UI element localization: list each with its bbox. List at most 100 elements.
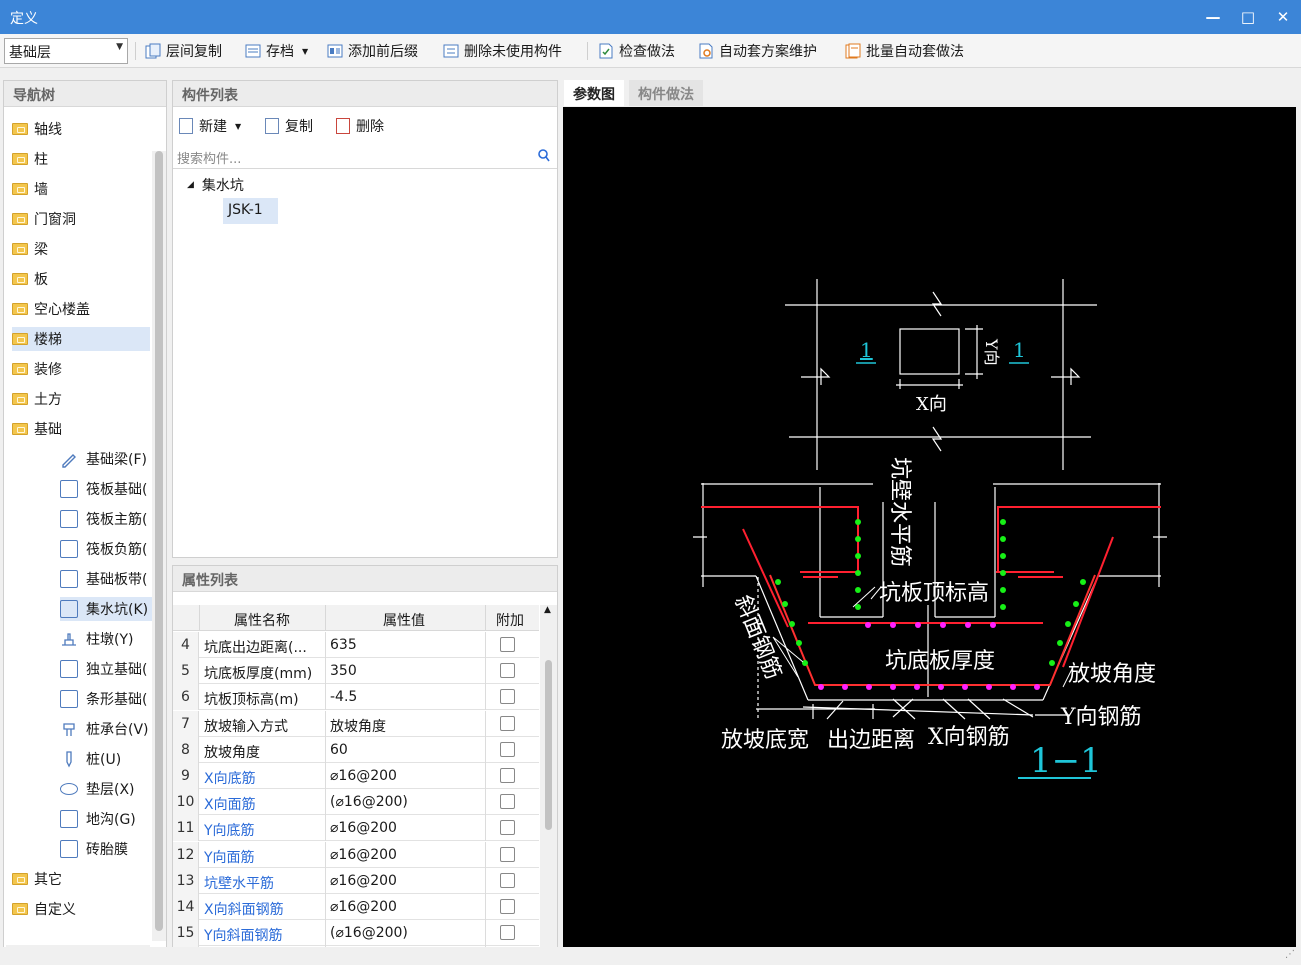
maximize-button[interactable]: □ — [1235, 4, 1261, 30]
property-row[interactable]: 10 X向面筋 (⌀16@200) — [173, 789, 539, 816]
tab-params-diagram[interactable]: 参数图 — [564, 80, 624, 106]
resize-grip-icon[interactable]: ⋰ — [1285, 949, 1295, 960]
component-search[interactable]: 搜索构件... — [173, 145, 557, 169]
nav-sub-trench[interactable]: 地沟(G) — [60, 808, 156, 830]
property-value[interactable]: 635 — [330, 637, 486, 653]
property-scrollbar-thumb[interactable] — [545, 660, 552, 830]
extra-checkbox[interactable] — [500, 689, 515, 705]
nav-sub-strip-foundation[interactable]: 条形基础( — [60, 688, 156, 710]
property-value[interactable]: 350 — [330, 663, 486, 679]
property-value[interactable]: ⌀16@200 — [330, 873, 486, 889]
nav-item-column[interactable]: 柱 — [12, 148, 48, 170]
nav-item-slab[interactable]: 板 — [12, 268, 48, 290]
tree-group-sump[interactable]: ◢ 集水坑 — [187, 175, 244, 195]
extra-checkbox[interactable] — [500, 899, 515, 914]
nav-scrollbar[interactable] — [152, 151, 166, 941]
property-name: 坑底出边距离(... — [204, 640, 307, 656]
nav-item-other[interactable]: 其它 — [12, 868, 62, 890]
check-method-button[interactable]: 检查做法 — [598, 40, 675, 62]
property-value[interactable]: (⌀16@200) — [330, 794, 486, 810]
nav-item-axis[interactable]: 轴线 — [12, 118, 62, 140]
property-row[interactable]: 15 Y向斜面钢筋 (⌀16@200) — [173, 920, 539, 947]
archive-icon — [245, 43, 261, 59]
nav-sub-pile-cap[interactable]: 桩承台(V) — [60, 718, 156, 740]
nav-scrollbar-thumb[interactable] — [155, 151, 163, 931]
col-name-header: 属性名称 — [234, 613, 290, 629]
extra-checkbox[interactable] — [500, 846, 515, 862]
auto-scheme-maintenance-button[interactable]: 自动套方案维护 — [698, 40, 817, 62]
close-button[interactable]: ✕ — [1270, 4, 1296, 30]
property-value[interactable]: 放坡角度 — [330, 716, 486, 736]
property-value[interactable]: (⌀16@200) — [330, 925, 486, 941]
property-row[interactable]: 7 放坡输入方式 放坡角度 — [173, 710, 539, 737]
search-icon[interactable] — [537, 147, 551, 167]
tree-item-jsk1[interactable]: JSK-1 — [223, 198, 278, 224]
nav-item-foundation[interactable]: 基础 — [12, 418, 62, 440]
batch-auto-method-button[interactable]: 批量自动套做法 — [845, 40, 964, 62]
add-prefix-suffix-button[interactable]: 添加前后缀 — [327, 40, 418, 62]
property-row[interactable]: 9 X向底筋 ⌀16@200 — [173, 763, 539, 789]
nav-sub-pile[interactable]: 桩(U) — [60, 748, 156, 770]
nav-item-beam[interactable]: 梁 — [12, 238, 48, 260]
nav-sub-isolated-foundation[interactable]: 独立基础( — [60, 658, 156, 680]
property-list-header: 属性列表 — [173, 566, 557, 592]
nav-item-wall[interactable]: 墙 — [12, 178, 48, 200]
nav-sub-foundation-beam[interactable]: 基础梁(F) — [60, 448, 156, 470]
extra-checkbox[interactable] — [500, 820, 515, 836]
row-number: 5 — [173, 658, 199, 685]
nav-sub-cushion[interactable]: 垫层(X) — [60, 778, 156, 800]
extra-checkbox[interactable] — [500, 872, 515, 888]
nav-item-earthwork[interactable]: 土方 — [12, 388, 62, 410]
copy-between-floors-button[interactable]: 层间复制 — [145, 40, 222, 62]
property-value[interactable]: 60 — [330, 742, 486, 758]
nav-sub-raft-foundation[interactable]: 筏板基础( — [60, 478, 156, 500]
property-value[interactable]: ⌀16@200 — [330, 820, 486, 836]
property-value[interactable]: -4.5 — [330, 689, 486, 705]
extra-checkbox[interactable] — [500, 741, 515, 757]
nav-sub-raft-neg-bar[interactable]: 筏板负筋( — [60, 538, 156, 560]
property-row[interactable]: 12 Y向面筋 ⌀16@200 — [173, 841, 539, 868]
nav-sub-column-pier[interactable]: 柱墩(Y) — [60, 628, 156, 650]
nav-item-stairs[interactable]: 楼梯 — [12, 327, 150, 351]
extra-checkbox[interactable] — [500, 663, 515, 679]
nav-sub-brick-mold[interactable]: 砖胎膜 — [60, 838, 156, 860]
extra-checkbox[interactable] — [500, 637, 515, 652]
nav-item-hollow-floor[interactable]: 空心楼盖 — [12, 298, 90, 320]
extra-checkbox[interactable] — [500, 715, 515, 731]
extra-checkbox[interactable] — [500, 794, 515, 810]
extra-checkbox[interactable] — [500, 925, 515, 941]
property-row[interactable]: 8 放坡角度 60 — [173, 736, 539, 763]
col-divider — [325, 605, 326, 631]
minimize-button[interactable]: — — [1200, 4, 1226, 30]
archive-button[interactable]: 存档 ▼ — [245, 40, 308, 62]
property-row[interactable]: 14 X向斜面钢筋 ⌀16@200 — [173, 894, 539, 920]
nav-sub-raft-main-bar[interactable]: 筏板主筋( — [60, 508, 156, 530]
row-number: 10 — [173, 789, 199, 816]
property-row[interactable]: 11 Y向底筋 ⌀16@200 — [173, 815, 539, 842]
floor-select[interactable]: 基础层 ▼ — [4, 38, 128, 64]
tab-component-method[interactable]: 构件做法 — [629, 80, 703, 106]
nav-item-door-window[interactable]: 门窗洞 — [12, 208, 76, 230]
property-row[interactable]: 13 坑壁水平筋 ⌀16@200 — [173, 867, 539, 894]
search-input[interactable]: 搜索构件... — [177, 148, 241, 167]
delete-component-button[interactable]: 删除 — [336, 115, 384, 137]
property-row[interactable]: 5 坑底板厚度(mm) 350 — [173, 658, 539, 685]
raft-icon — [60, 480, 78, 498]
property-scrollbar[interactable]: ▲ ▼ — [540, 605, 557, 963]
row-number: 9 — [173, 763, 199, 789]
new-component-button[interactable]: 新建 ▼ — [179, 115, 241, 137]
collapse-triangle-icon[interactable]: ◢ — [187, 180, 194, 190]
scroll-up-icon[interactable]: ▲ — [544, 605, 551, 615]
nav-sub-foundation-strip[interactable]: 基础板带( — [60, 568, 156, 590]
extra-checkbox[interactable] — [500, 768, 515, 783]
property-row[interactable]: 6 坑板顶标高(m) -4.5 — [173, 684, 539, 711]
property-value[interactable]: ⌀16@200 — [330, 847, 486, 863]
nav-sub-sump-pit[interactable]: 集水坑(K) — [60, 597, 156, 621]
delete-unused-button[interactable]: 删除未使用构件 — [443, 40, 562, 62]
nav-item-custom[interactable]: 自定义 — [12, 898, 76, 920]
property-value[interactable]: ⌀16@200 — [330, 899, 486, 915]
copy-component-button[interactable]: 复制 — [265, 115, 313, 137]
nav-item-decoration[interactable]: 装修 — [12, 358, 62, 380]
property-value[interactable]: ⌀16@200 — [330, 768, 486, 784]
property-row[interactable]: 4 坑底出边距离(... 635 — [173, 632, 539, 658]
